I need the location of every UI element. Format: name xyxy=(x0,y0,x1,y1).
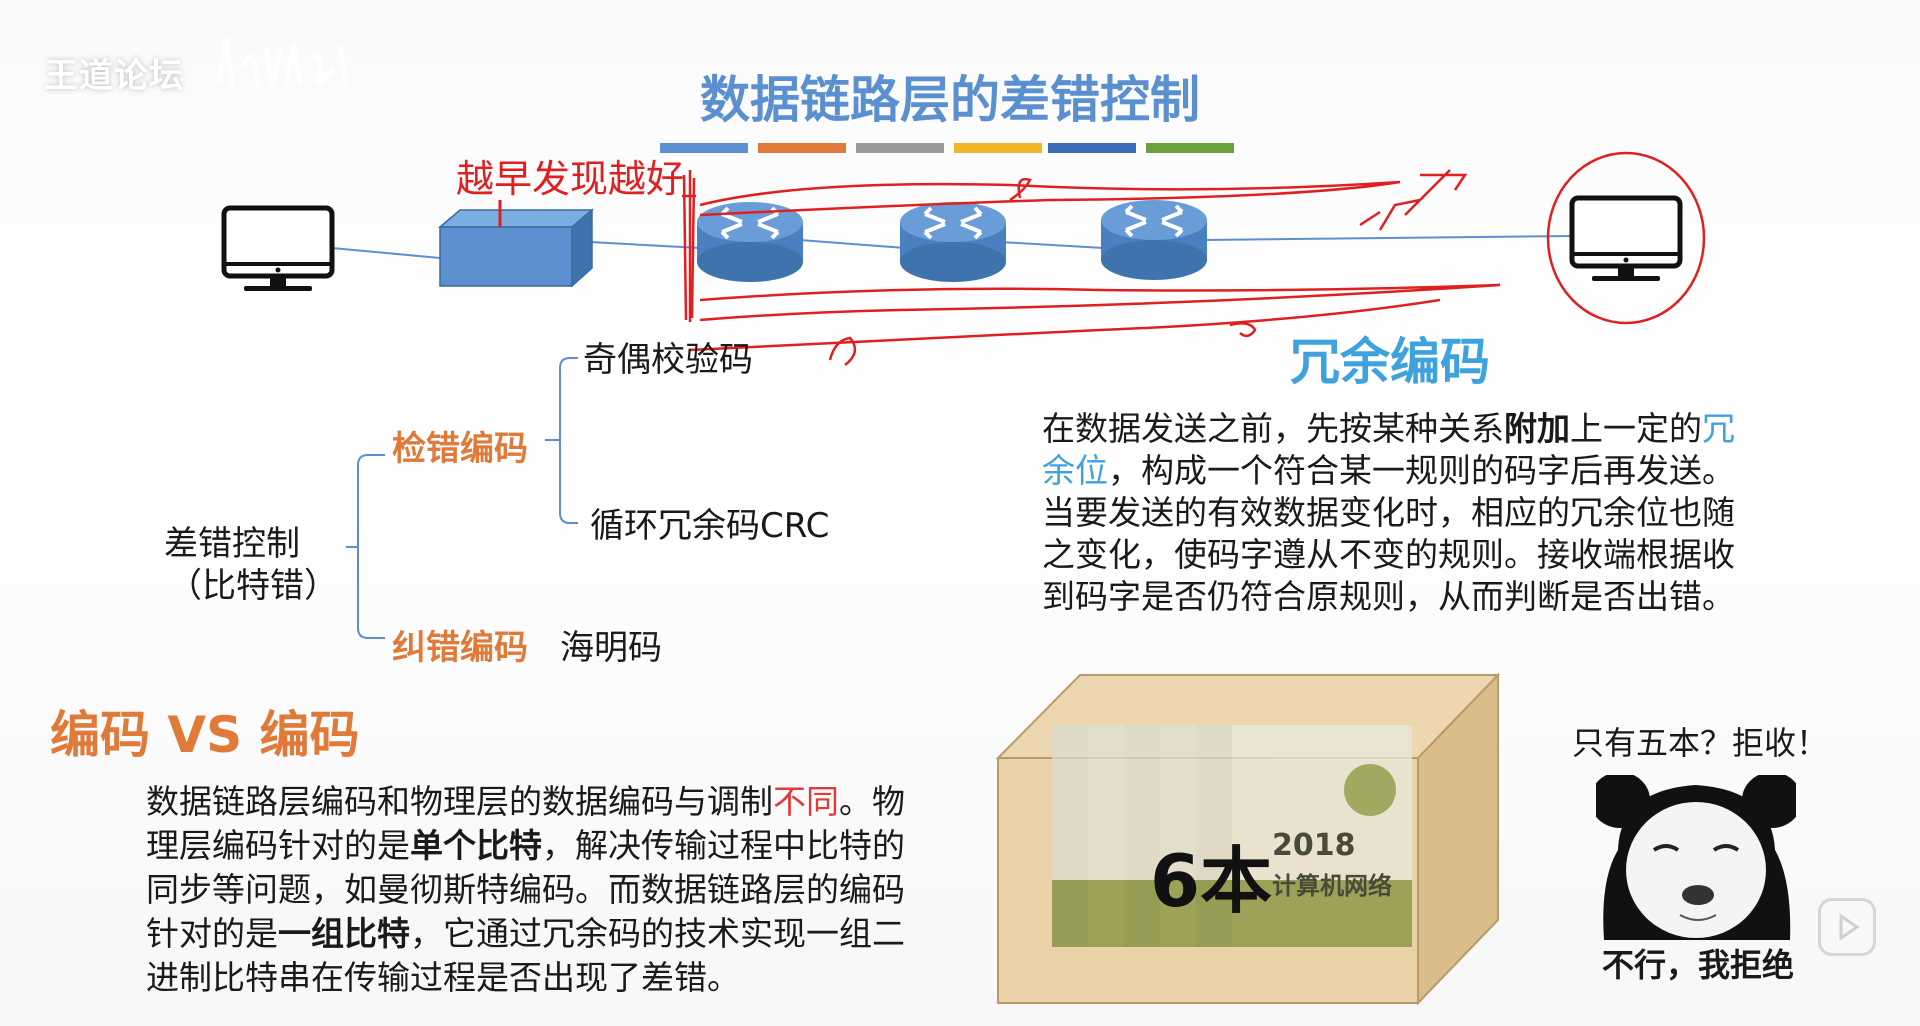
play-icon[interactable] xyxy=(1818,898,1876,956)
meme-caption-bottom: 不行，我拒绝 xyxy=(1602,946,1795,984)
panda-meme-icon xyxy=(1596,775,1796,940)
book-count: 6本 xyxy=(1150,839,1273,923)
text-span: ，构成一个符合某一规则的码字后再发送。 xyxy=(1108,451,1735,490)
handwritten-note: 越早发现越好 xyxy=(456,157,685,201)
tree-root-line2: （比特错） xyxy=(168,566,338,606)
vs-line-2: 理层编码针对的是单个比特，解决传输过程中比特的 xyxy=(146,824,986,868)
text-span: 在数据发送之前，先按某种关系 xyxy=(1042,409,1504,448)
vs-paragraph: 数据链路层编码和物理层的数据编码与调制不同。物 理层编码针对的是单个比特，解决传… xyxy=(146,780,986,1000)
tree-crc: 循环冗余码CRC xyxy=(590,506,830,546)
tree-correct-label: 纠错编码 xyxy=(392,628,528,668)
redundant-line-2: 余位，构成一个符合某一规则的码字后再发送。 xyxy=(1042,450,1802,492)
vs-line-1: 数据链路层编码和物理层的数据编码与调制不同。物 xyxy=(146,780,986,824)
meme-caption-top: 只有五本？拒收！ xyxy=(1572,724,1829,762)
play-triangle-icon xyxy=(1839,913,1860,941)
book-year: 2018 xyxy=(1272,828,1356,863)
redundant-line-5: 到码字是否仍符合原规则，从而判断是否出错。 xyxy=(1042,577,1735,616)
router-3-icon xyxy=(1101,200,1207,280)
cyan-span: 冗 xyxy=(1702,409,1735,448)
computer-left-icon xyxy=(221,205,335,291)
tree-hamming: 海明码 xyxy=(560,628,662,668)
redundant-line-4: 之变化，使码字遵从不变的规则。接收端根据收 xyxy=(1042,535,1735,574)
redundant-title: 冗余编码 xyxy=(1290,333,1490,391)
text-span: 数据链路层编码和物理层的数据编码与调制 xyxy=(146,782,773,821)
vs-line-5: 进制比特串在传输过程是否出现了差错。 xyxy=(146,958,740,997)
text-span: 。物 xyxy=(839,782,905,821)
vs-line-3: 同步等问题，如曼彻斯特编码。而数据链路层的编码 xyxy=(146,870,905,909)
text-span: 针对的是 xyxy=(146,914,278,953)
bold-span: 单个比特 xyxy=(410,826,542,865)
redundant-line-1: 在数据发送之前，先按某种关系附加上一定的冗 xyxy=(1042,408,1802,450)
router-2-icon xyxy=(900,202,1006,282)
switch-box-icon xyxy=(437,200,595,288)
vs-line-4: 针对的是一组比特，它通过冗余码的技术实现一组二 xyxy=(146,912,986,956)
text-span: 理层编码针对的是 xyxy=(146,826,410,865)
redundant-line-3: 当要发送的有效数据变化时，相应的冗余位也随 xyxy=(1042,493,1735,532)
book-title: 计算机网络 xyxy=(1272,872,1392,900)
page-title: 数据链路层的差错控制 xyxy=(700,71,1200,129)
bold-span: 附加 xyxy=(1504,409,1570,448)
cyan-span: 余位 xyxy=(1042,451,1108,490)
red-span: 不同 xyxy=(773,782,839,821)
tree-lines xyxy=(346,357,578,639)
tree-parity-check: 奇偶校验码 xyxy=(583,340,753,380)
redundant-paragraph: 在数据发送之前，先按某种关系附加上一定的冗 余位，构成一个符合某一规则的码字后再… xyxy=(1042,408,1802,618)
text-span: 上一定的 xyxy=(1570,409,1702,448)
vs-title: 编码 VS 编码 xyxy=(50,706,360,764)
text-span: ，它通过冗余码的技术实现一组二 xyxy=(410,914,905,953)
tree-detect-label: 检错编码 xyxy=(392,429,528,469)
computer-right-icon xyxy=(1569,195,1683,281)
text-span: ，解决传输过程中比特的 xyxy=(542,826,905,865)
bold-span: 一组比特 xyxy=(278,914,410,953)
